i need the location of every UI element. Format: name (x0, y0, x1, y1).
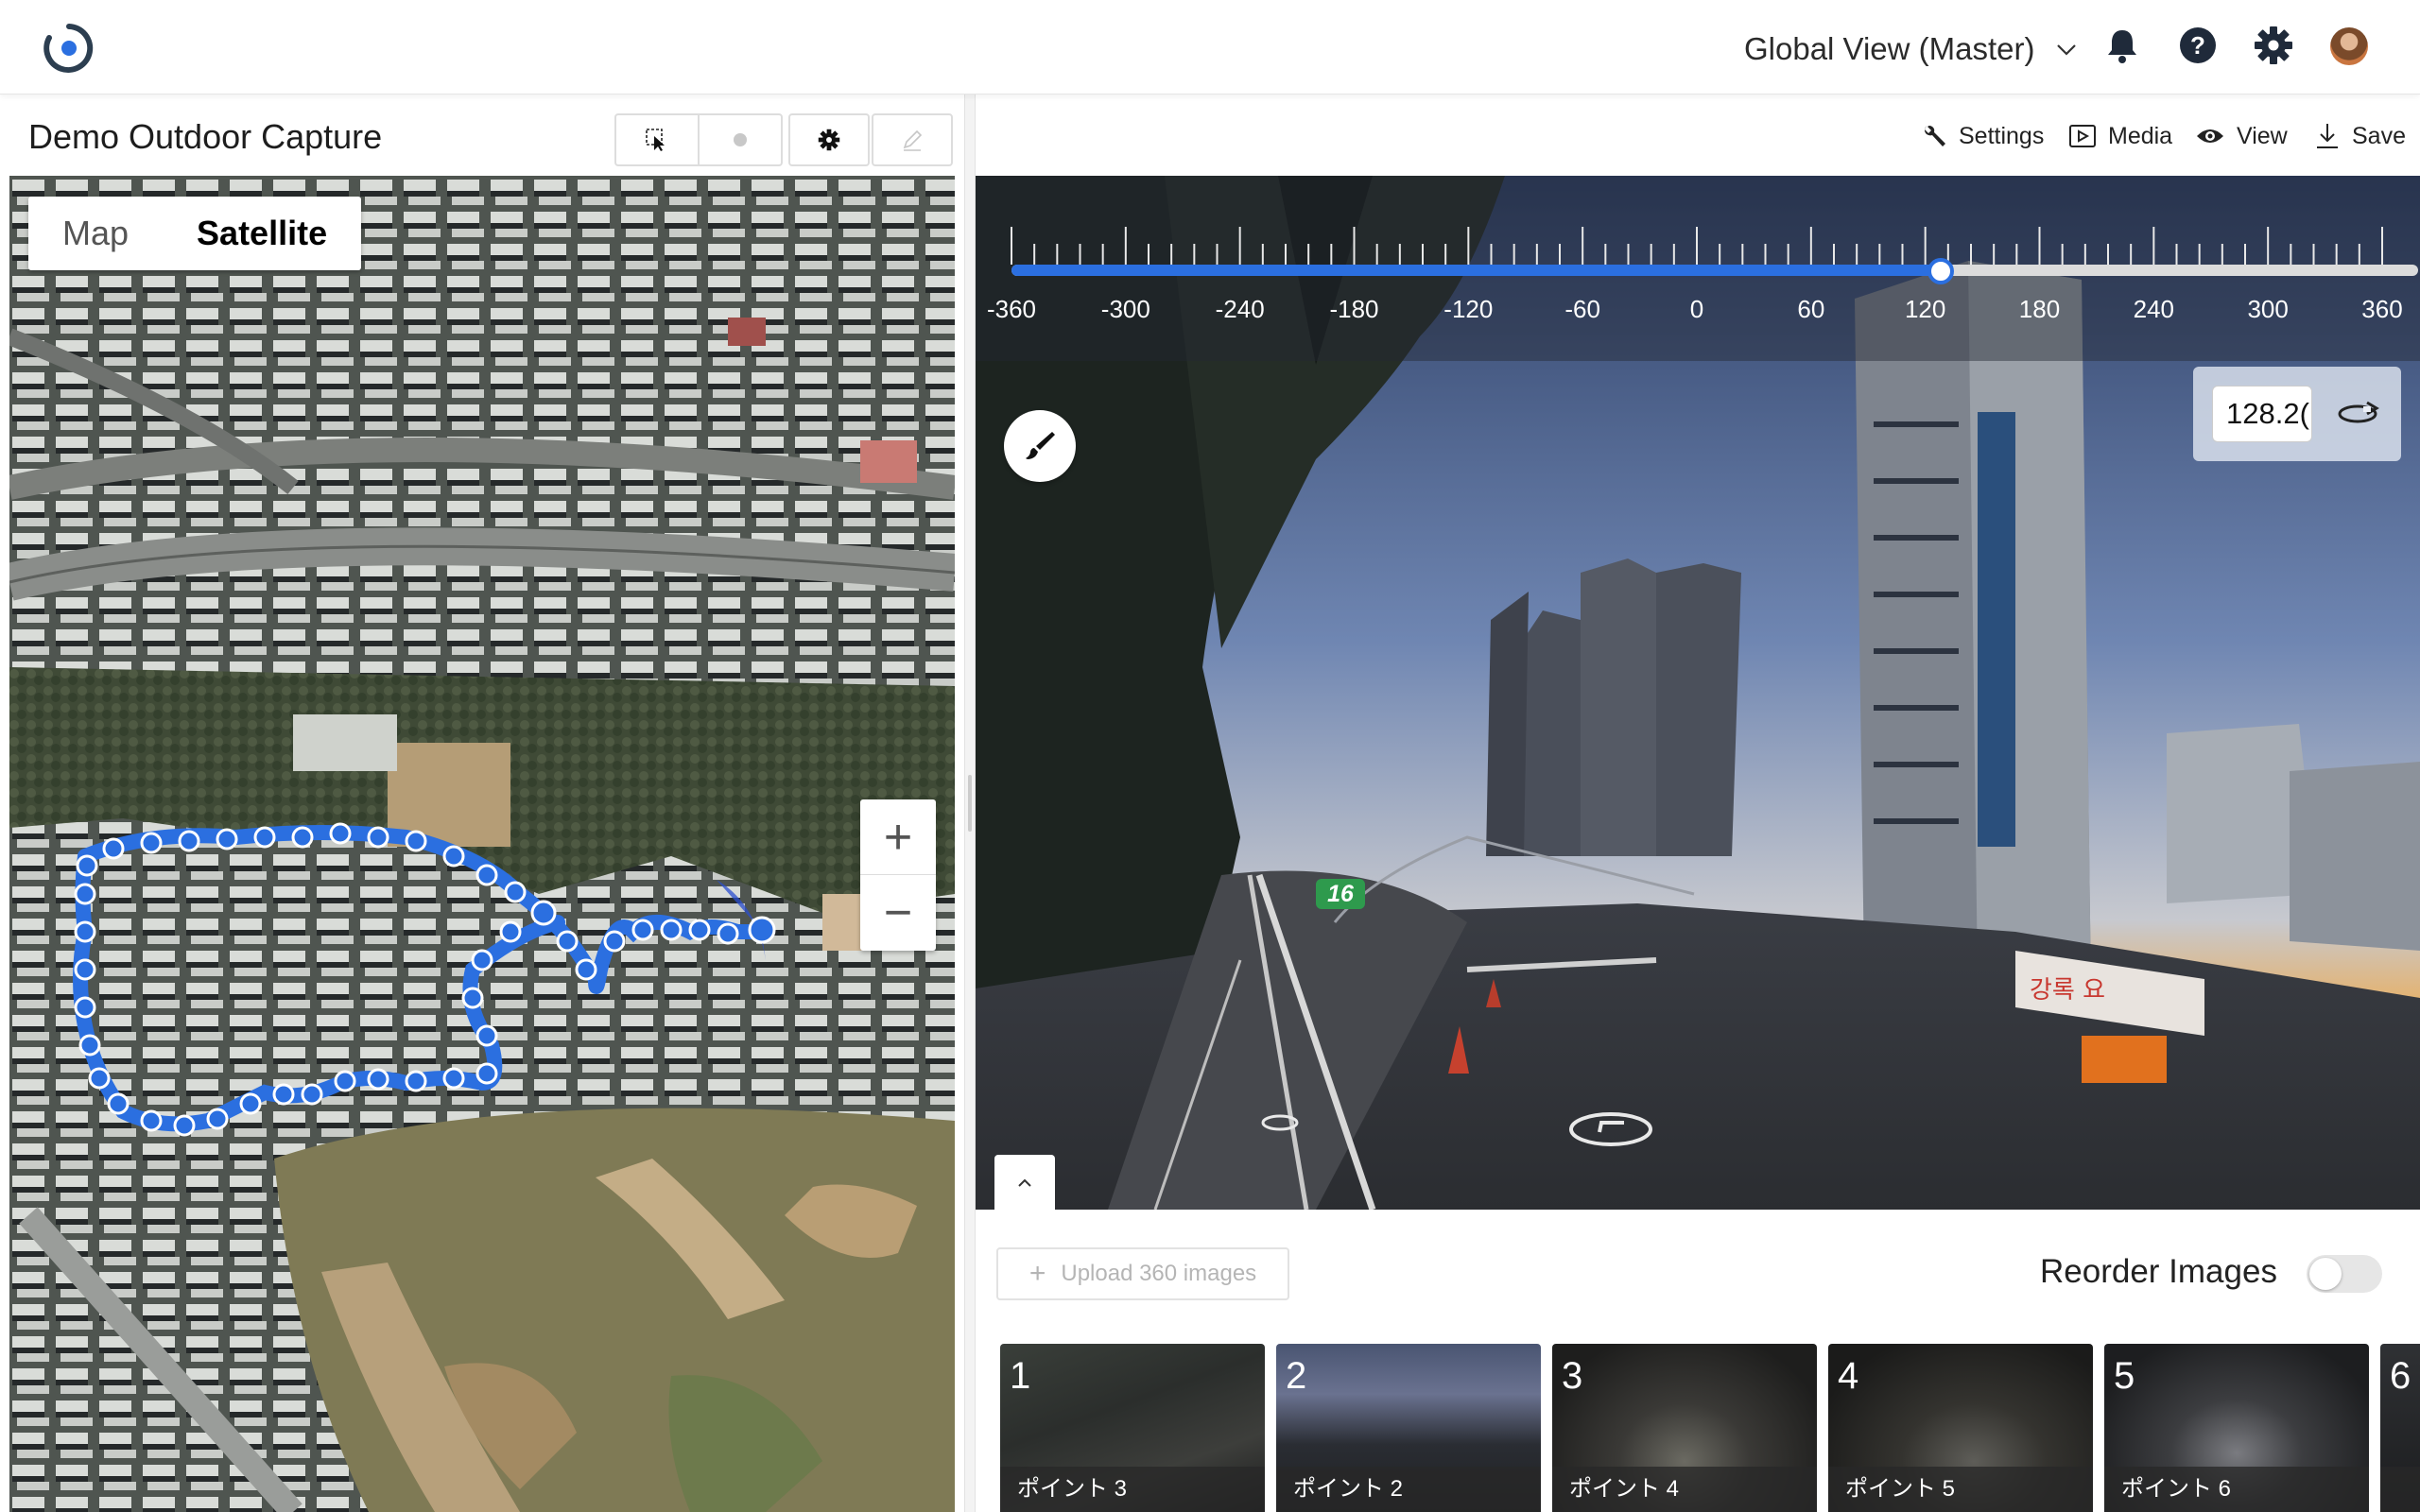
select-tool-button[interactable] (616, 115, 700, 164)
paint-brush-icon (1026, 432, 1055, 459)
zoom-in-button[interactable]: + (860, 799, 936, 875)
user-avatar[interactable] (2330, 27, 2368, 65)
hotspot-marker-label: 16 (1327, 881, 1354, 907)
thumbnail-number: 6 (2390, 1355, 2411, 1397)
reorder-images-toggle[interactable] (2307, 1255, 2382, 1293)
heading-control (2193, 367, 2401, 461)
slider-tick-label: 0 (1689, 295, 1704, 323)
settings-label: Settings (1959, 122, 2045, 149)
view-button[interactable]: View (2195, 117, 2288, 155)
hotspot-marker-16[interactable]: 16 (1316, 879, 1365, 909)
thumbnail-caption: ポイント 6 (2104, 1467, 2369, 1512)
viewer-toolbar: Settings Media View Save (976, 94, 2420, 176)
plus-icon: + (1028, 1258, 1046, 1289)
slider-tick-label: -360 (986, 295, 1037, 323)
eye-icon (2197, 129, 2223, 143)
satellite-map[interactable]: Map Satellite + − (9, 176, 955, 1512)
map-type-satellite-button[interactable]: Satellite (163, 197, 361, 270)
slider-tick-label: -300 (1100, 295, 1150, 323)
chevron-down-icon (2056, 44, 2076, 56)
slider-tick-label: -240 (1215, 295, 1265, 323)
slider-tick-label: 180 (2018, 295, 2061, 323)
chevron-up-icon (1018, 1178, 1031, 1187)
slider-tick-label: -60 (1564, 295, 1600, 323)
save-label: Save (2352, 122, 2406, 149)
download-icon (2317, 124, 2338, 148)
image-strip-panel: + Upload 360 images Reorder Images 1 ポイン… (976, 1210, 2420, 1512)
map-settings-button[interactable] (788, 113, 870, 166)
svg-text:강록 요: 강록 요 (2030, 976, 2105, 1005)
thumbnail-caption: ポイント 3 (1000, 1467, 1265, 1512)
thumbnail-number: 2 (1286, 1355, 1307, 1397)
zoom-out-button[interactable]: − (860, 875, 936, 951)
thumbnail-caption (2380, 1467, 2420, 1512)
thumbnail-number: 5 (2114, 1355, 2135, 1397)
thumbnail-number: 4 (1838, 1355, 1859, 1397)
toggle-knob (2309, 1258, 2342, 1290)
resize-handle[interactable] (968, 775, 972, 832)
view-selector-dropdown[interactable]: Global View (Master) (1744, 28, 2079, 70)
reorder-images-label: Reorder Images (2040, 1253, 2277, 1290)
media-player-icon (2069, 125, 2096, 147)
wrench-icon (1925, 126, 1945, 146)
slider-tick-label: 300 (2247, 295, 2289, 323)
slider-tick-label: 360 (2361, 295, 2403, 323)
upload-360-images-button[interactable]: + Upload 360 images (996, 1247, 1289, 1300)
panel-resize-divider[interactable] (964, 94, 976, 1512)
thumbnail-caption: ポイント 2 (1276, 1467, 1541, 1512)
save-button[interactable]: Save (2314, 117, 2406, 155)
map-type-map-button[interactable]: Map (28, 197, 163, 270)
media-button[interactable]: Media (2068, 117, 2172, 155)
view-selector-label: Global View (Master) (1744, 31, 2035, 66)
app-logo[interactable] (42, 21, 96, 76)
point-tool-icon (734, 133, 747, 146)
thumbnail-card[interactable]: 5 ポイント 6 (2104, 1344, 2369, 1512)
media-label: Media (2108, 122, 2173, 149)
current-position-marker (748, 916, 776, 944)
thumbnail-number: 3 (1562, 1355, 1583, 1397)
thumbnail-card[interactable]: 3 ポイント 4 (1552, 1344, 1817, 1512)
thumbnail-card[interactable]: 4 ポイント 5 (1828, 1344, 2093, 1512)
settings-gear-icon[interactable] (2253, 25, 2294, 66)
pen-tool-icon (903, 129, 923, 151)
heading-input[interactable] (2212, 386, 2312, 442)
capture-title: Demo Outdoor Capture (28, 117, 383, 156)
thumbnail-strip: 1 ポイント 3 2 ポイント 2 3 ポイント 4 4 ポイント 5 5 ポイ… (1000, 1344, 2420, 1512)
top-bar: Global View (Master) ? (0, 0, 2420, 94)
select-tool-icon (646, 129, 665, 151)
thumbnail-card[interactable]: 2 ポイント 2 (1276, 1344, 1541, 1512)
slider-tick-label: -120 (1443, 295, 1494, 323)
map-tool-group (614, 113, 783, 166)
upload-label: Upload 360 images (1061, 1261, 1257, 1286)
thumbnail-card[interactable]: 1 ポイント 3 (1000, 1344, 1265, 1512)
pen-tool-button[interactable] (872, 113, 953, 166)
slider-tick-label: 120 (1904, 295, 1946, 323)
panorama-viewer[interactable]: 강록 요 16 -360 -300 -240 -180 -120 -60 0 60 120 180… (976, 176, 2420, 1210)
map-type-toggle: Map Satellite (28, 197, 362, 270)
rotate-reset-icon[interactable] (2335, 393, 2380, 435)
settings-gear-icon (818, 129, 840, 151)
rotation-slider-band: -360 -300 -240 -180 -120 -60 0 60 120 180 240 300 36… (976, 176, 2420, 361)
thumbnail-caption: ポイント 4 (1552, 1467, 1817, 1512)
slider-tick-label: 60 (1797, 295, 1825, 323)
left-panel-header: Demo Outdoor Capture (0, 94, 964, 176)
slider-tick-label: -180 (1329, 295, 1379, 323)
svg-text:?: ? (2190, 31, 2205, 60)
paint-brush-button[interactable] (1004, 410, 1076, 482)
point-tool-button[interactable] (700, 115, 781, 164)
thumbnail-caption: ポイント 5 (1828, 1467, 2093, 1512)
slider-tick-label: 240 (2133, 295, 2175, 323)
satellite-imagery (9, 176, 955, 1512)
thumbnail-number: 1 (1010, 1355, 1031, 1397)
rotation-slider-fill (1011, 265, 1942, 276)
collapse-toggle-button[interactable] (994, 1155, 1055, 1210)
notification-bell-icon[interactable] (2101, 25, 2143, 66)
help-icon[interactable]: ? (2177, 25, 2219, 66)
zoom-control: + − (860, 799, 936, 951)
settings-button[interactable]: Settings (1921, 117, 2044, 155)
rotation-slider-track[interactable] (1011, 265, 2418, 276)
rotation-slider-thumb[interactable] (1927, 258, 1955, 284)
thumbnail-card[interactable]: 6 (2380, 1344, 2420, 1512)
view-label: View (2237, 122, 2288, 149)
